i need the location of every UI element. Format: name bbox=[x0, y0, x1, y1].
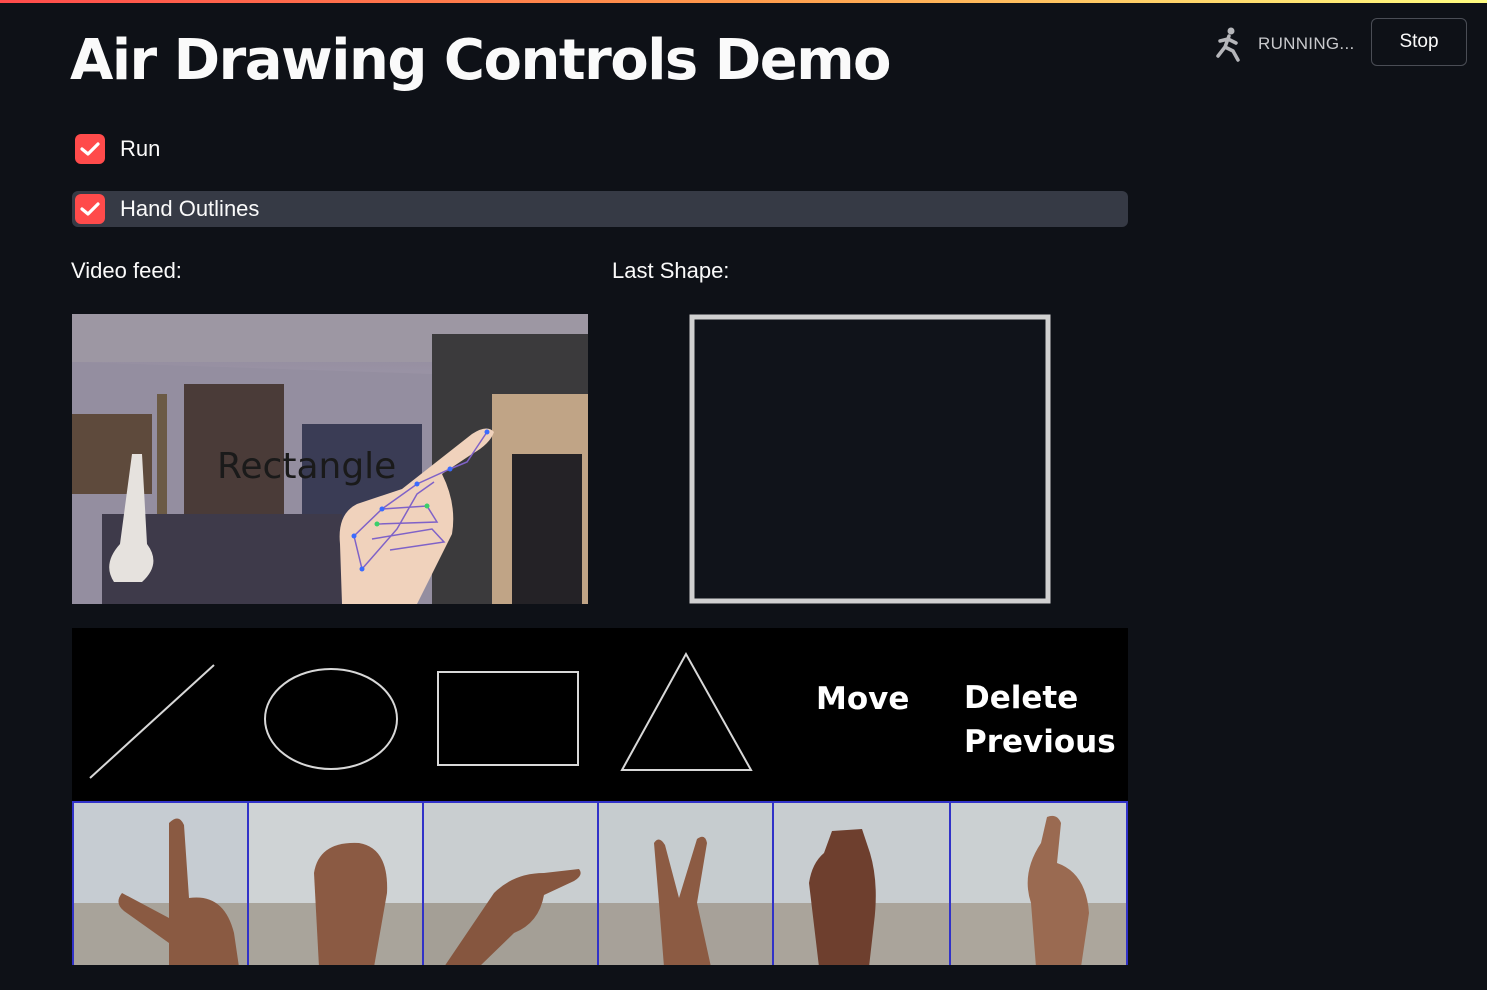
delete-previous-label: Delete Previous bbox=[964, 680, 1116, 760]
checkbox-checked[interactable] bbox=[75, 134, 105, 164]
checkbox-checked[interactable] bbox=[75, 194, 105, 224]
gesture-flat-hand bbox=[772, 801, 949, 965]
gesture-pointing bbox=[422, 801, 597, 965]
running-man-icon bbox=[1216, 27, 1240, 62]
top-decoration-bar bbox=[0, 0, 1487, 3]
triangle-shape bbox=[620, 651, 753, 771]
page-title: Air Drawing Controls Demo bbox=[70, 28, 892, 93]
status-text: RUNNING... bbox=[1258, 34, 1355, 53]
hand-outlines-checkbox[interactable]: Hand Outlines bbox=[72, 191, 1128, 227]
gesture-peace-sign bbox=[597, 801, 772, 965]
ellipse-shape bbox=[264, 668, 398, 770]
gesture-fist bbox=[247, 801, 422, 965]
checkmark-icon bbox=[80, 202, 100, 216]
video-feed-heading: Video feed: bbox=[71, 258, 182, 283]
last-shape-canvas bbox=[689, 314, 1051, 604]
line-shape bbox=[89, 664, 215, 779]
run-label: Run bbox=[120, 136, 161, 161]
rectangle-shape bbox=[437, 671, 579, 766]
gesture-crossed-fingers bbox=[949, 801, 1128, 965]
last-shape-heading: Last Shape: bbox=[612, 258, 730, 283]
stop-button[interactable]: Stop bbox=[1371, 18, 1467, 66]
hand-outlines-label: Hand Outlines bbox=[120, 196, 260, 221]
running-status: RUNNING... bbox=[1212, 22, 1355, 66]
video-feed-image: Rectangle bbox=[72, 314, 588, 604]
run-checkbox[interactable]: Run bbox=[72, 131, 1128, 167]
gesture-l-shape-hand bbox=[72, 801, 247, 965]
controls-reference-image: Move Delete Previous bbox=[72, 628, 1128, 965]
move-label: Move bbox=[816, 681, 910, 717]
detected-shape-label: Rectangle bbox=[217, 446, 397, 487]
checkmark-icon bbox=[80, 142, 100, 156]
